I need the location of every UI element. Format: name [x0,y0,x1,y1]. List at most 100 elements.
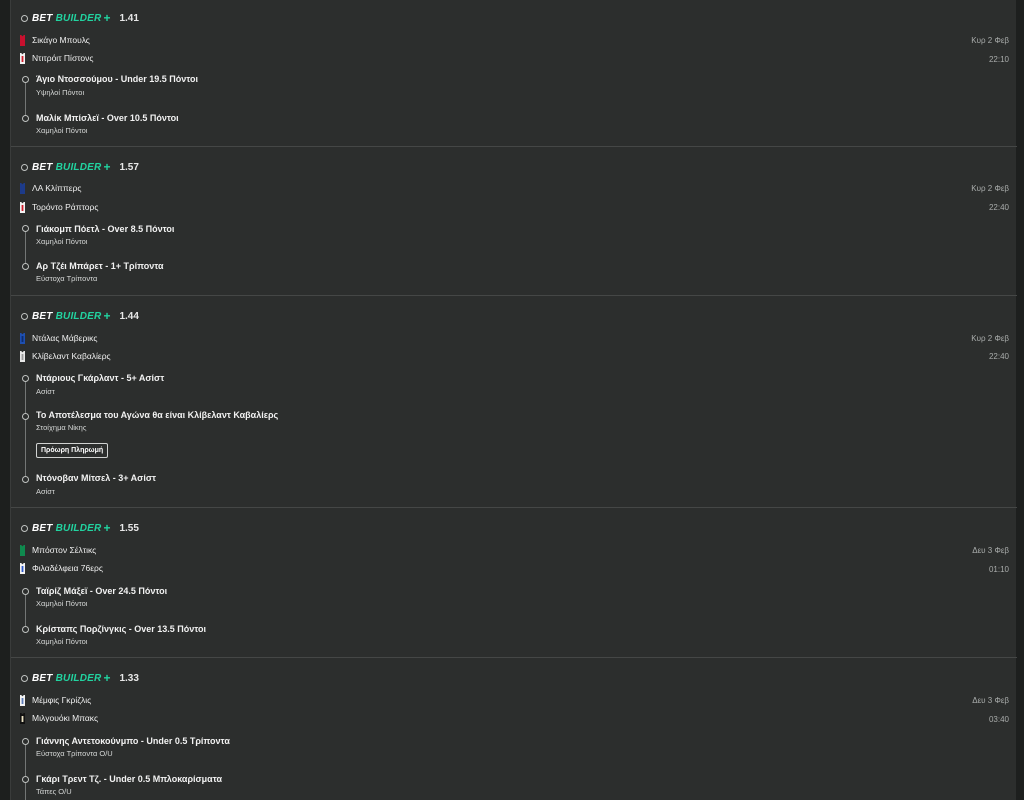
selection-market: Χαμηλοί Πόντοι [36,126,88,135]
bet-card[interactable]: BET BUILDER + 1.57 ΛΑ Κλίππερς Τορόντο Ρ… [11,147,1017,296]
selection-title: Ντόνοβαν Μίτσελ - 3+ Ασίστ [36,473,157,483]
match-time: 22:10 [988,55,1009,64]
bet-builder-logo-builder: BUILDER [55,672,102,684]
bet-builder-logo-builder: BUILDER [55,12,102,24]
radio-icon[interactable] [21,524,28,532]
selection-dot-icon [22,76,29,83]
away-team: Τορόντο Ράπτορς [19,201,98,213]
away-team-name: Κλίβελαντ Καβαλίερς [32,351,111,361]
selection-connector [25,82,26,118]
jersey-icon [19,34,26,46]
odds-value: 1.33 [119,672,139,684]
selection-title: Κρίσταπς Πορζίνγκις - Over 13.5 Πόντοι [36,624,207,634]
away-team-name: Τορόντο Ράπτορς [32,202,99,212]
selection-dot-icon [22,626,29,633]
away-team: Κλίβελαντ Καβαλίερς [19,350,111,362]
jersey-icon [19,182,26,194]
jersey-icon [19,694,26,706]
bet-builder-logo-bet: BET [32,161,53,173]
home-team-name: Ντάλας Μάβερικς [32,333,98,343]
jersey-icon [19,544,26,556]
selection-market: Στοίχημα Νίκης [36,423,87,432]
selection-market: Εύστοχα Τρίποντα [36,274,98,283]
bet-builder-logo-builder: BUILDER [55,161,102,173]
card-header: BET BUILDER + 1.55 [21,521,139,535]
jersey-icon [19,350,26,362]
odds-value: 1.57 [119,161,139,173]
match-time: 03:40 [988,715,1009,724]
plus-icon: + [103,160,111,174]
home-team: Ντάλας Μάβερικς [19,332,97,344]
selection-connector [25,591,26,629]
selection-market: Χαμηλοί Πόντοι [36,237,88,246]
selection-dot-icon [22,413,29,420]
home-team: Μπόστον Σέλτικς [19,544,96,556]
home-team-name: Μπόστον Σέλτικς [32,545,97,555]
home-team: ΛΑ Κλίππερς [19,182,82,194]
bet-builder-logo-bet: BET [32,12,53,24]
radio-icon[interactable] [21,14,28,22]
away-team: Φιλαδέλφεια 76ερς [19,562,103,574]
bet-card[interactable]: BET BUILDER + 1.41 Σικάγο Μπουλς Ντιτρόι… [11,0,1017,147]
card-header: BET BUILDER + 1.57 [21,160,139,174]
match-date: Κυρ 2 Φεβ [971,36,1009,45]
jersey-icon [19,562,26,574]
home-team-name: Μέμφις Γκρίζλις [32,695,92,705]
match-date: Δευ 3 Φεβ [972,546,1009,555]
selection-market: Ασίστ [36,487,55,496]
bet-card[interactable]: BET BUILDER + 1.44 Ντάλας Μάβερικς Κλίβε… [11,296,1017,508]
away-team-name: Ντιτρόιτ Πίστονς [32,53,94,63]
plus-icon: + [103,521,111,535]
selection-market: Χαμηλοί Πόντοι [36,637,88,646]
radio-icon[interactable] [21,674,28,682]
radio-icon[interactable] [21,312,28,320]
selection-market: Ασίστ [36,387,55,396]
card-header: BET BUILDER + 1.33 [21,671,139,685]
home-team-name: ΛΑ Κλίππερς [32,183,82,193]
plus-icon: + [103,309,111,323]
bet-card[interactable]: BET BUILDER + 1.33 Μέμφις Γκρίζλις Μιλγο… [11,658,1017,800]
selection-title: Ταϊρίζ Μάξεϊ - Over 24.5 Πόντοι [36,586,168,596]
selection-title: Αρ Τζέι Μπάρετ - 1+ Τρίποντα [36,261,164,271]
match-date: Δευ 3 Φεβ [972,696,1009,705]
selection-title: Το Αποτέλεσμα του Αγώνα θα είναι Κλίβελα… [36,410,279,420]
match-time: 01:10 [988,565,1009,574]
selection-title: Γιάκομπ Πόετλ - Over 8.5 Πόντοι [36,224,175,234]
match-date: Κυρ 2 Φεβ [971,184,1009,193]
radio-icon[interactable] [21,163,28,171]
selection-title: Γκάρι Τρεντ Τζ. - Under 0.5 Μπλοκαρίσματ… [36,774,223,784]
jersey-icon [19,712,26,724]
home-team-name: Σικάγο Μπουλς [32,35,90,45]
selection-dot-icon [22,476,29,483]
odds-value: 1.55 [119,522,139,534]
home-team: Μέμφις Γκρίζλις [19,694,91,706]
selection-title: Ντάριους Γκάρλαντ - 5+ Ασίστ [36,373,165,383]
match-time: 22:40 [988,203,1009,212]
selection-market: Χαμηλοί Πόντοι [36,599,88,608]
selection-title: Γιάννης Αντετοκούνμπο - Under 0.5 Τρίπον… [36,736,230,746]
early-payout-badge[interactable]: Πρόωρη Πληρωμή [36,443,109,458]
away-team-name: Μιλγουόκι Μπακς [32,713,99,723]
jersey-icon [19,201,26,213]
selection-dot-icon [22,776,29,783]
selection-dot-icon [22,115,29,122]
selection-market: Τάπες O/U [36,787,72,796]
away-team: Μιλγουόκι Μπακς [19,712,98,724]
card-header: BET BUILDER + 1.44 [21,309,139,323]
bet-builder-logo-bet: BET [32,522,53,534]
selection-dot-icon [22,225,29,232]
away-team: Ντιτρόιτ Πίστονς [19,52,94,64]
selection-market: Εύστοχα Τρίποντα O/U [36,749,113,758]
bet-list: BET BUILDER + 1.41 Σικάγο Μπουλς Ντιτρόι… [10,0,1017,800]
card-header: BET BUILDER + 1.41 [21,11,139,25]
selection-connector [25,230,26,266]
odds-value: 1.41 [119,12,139,24]
bet-builder-logo-builder: BUILDER [55,310,102,322]
selection-dot-icon [22,263,29,270]
selection-connector [25,379,26,479]
match-time: 22:40 [988,352,1009,361]
jersey-icon [19,332,26,344]
bet-builder-logo-bet: BET [32,310,53,322]
bet-card[interactable]: BET BUILDER + 1.55 Μπόστον Σέλτικς Φιλαδ… [11,508,1017,658]
selection-market: Υψηλοί Πόντοι [36,88,85,97]
